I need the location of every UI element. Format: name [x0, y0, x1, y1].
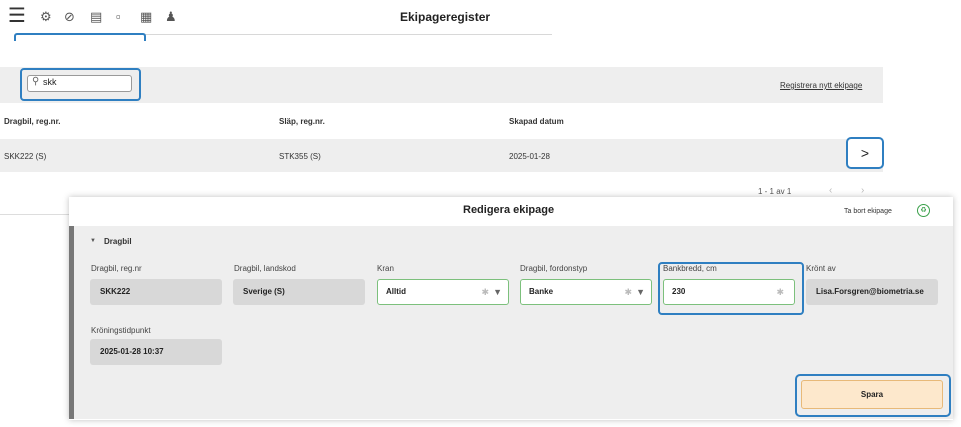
save-highlight: [795, 374, 951, 417]
required-icon: ✱: [624, 287, 633, 297]
user-icon[interactable]: ♟: [165, 10, 177, 24]
bankbredd-highlight: [658, 262, 804, 315]
fordonstyp-select[interactable]: Banke ✱ ▼: [520, 279, 652, 305]
column-header-slap: Släp, reg.nr.: [279, 117, 325, 126]
column-header-dragbil: Dragbil, reg.nr.: [4, 117, 61, 126]
card-icon[interactable]: ▦: [140, 10, 152, 24]
dialog-title: Redigera ekipage: [463, 204, 555, 216]
fordonstyp-select-icons: ✱ ▼: [625, 280, 645, 304]
kran-select[interactable]: Alltid ✱ ▼: [377, 279, 509, 305]
fordonstyp-label: Dragbil, fordonstyp: [520, 264, 588, 273]
section-accent-bar: [69, 226, 74, 419]
gear-icon[interactable]: ⚙: [40, 10, 52, 24]
landskod-label: Dragbil, landskod: [234, 264, 296, 273]
collapse-toggle-icon[interactable]: ▼: [90, 238, 96, 244]
cell-slap: STK355 (S): [279, 152, 321, 161]
chevron-down-icon[interactable]: ▼: [636, 287, 645, 297]
kroningstid-label: Kröningstidpunkt: [91, 326, 151, 335]
table-row[interactable]: [0, 139, 883, 172]
kran-select-icons: ✱ ▼: [482, 280, 502, 304]
open-row-button[interactable]: >: [846, 137, 884, 169]
next-page-icon[interactable]: ›: [861, 185, 864, 196]
page-title: Ekipageregister: [400, 10, 491, 24]
landskod-field: Sverige (S): [233, 279, 365, 305]
trailer-icon[interactable]: ▫: [116, 10, 121, 24]
register-new-link[interactable]: Registrera nytt ekipage: [780, 81, 862, 90]
block-icon[interactable]: ⊘: [64, 10, 75, 24]
chevron-down-icon[interactable]: ▼: [493, 287, 502, 297]
column-header-datum: Skapad datum: [509, 117, 564, 126]
truck-icon[interactable]: ▤: [90, 10, 102, 24]
kront-av-field: Lisa.Forsgren@biometria.se: [806, 279, 938, 305]
kroningstid-field: 2025-01-28 10:37: [90, 339, 222, 365]
fordonstyp-select-value: Banke: [529, 287, 554, 296]
hamburger-menu-icon[interactable]: ☰: [8, 6, 26, 26]
cell-dragbil: SKK222 (S): [4, 152, 47, 161]
section-title[interactable]: Dragbil: [104, 237, 132, 246]
kran-select-value: Alltid: [386, 287, 406, 296]
regnr-field: SKK222: [90, 279, 222, 305]
prev-page-icon[interactable]: ‹: [829, 185, 832, 196]
kront-av-label: Krönt av: [806, 264, 836, 273]
active-tab-indicator: [14, 33, 146, 41]
pagination-label: 1 - 1 av 1: [758, 187, 792, 196]
search-highlight: [20, 68, 141, 101]
required-icon: ✱: [481, 287, 490, 297]
list-divider: [0, 214, 80, 215]
delete-icon[interactable]: ♻: [917, 204, 930, 217]
regnr-label: Dragbil, reg.nr: [91, 264, 142, 273]
delete-ekipage-button[interactable]: Ta bort ekipage: [844, 208, 892, 215]
cell-datum: 2025-01-28: [509, 152, 550, 161]
kran-label: Kran: [377, 264, 394, 273]
